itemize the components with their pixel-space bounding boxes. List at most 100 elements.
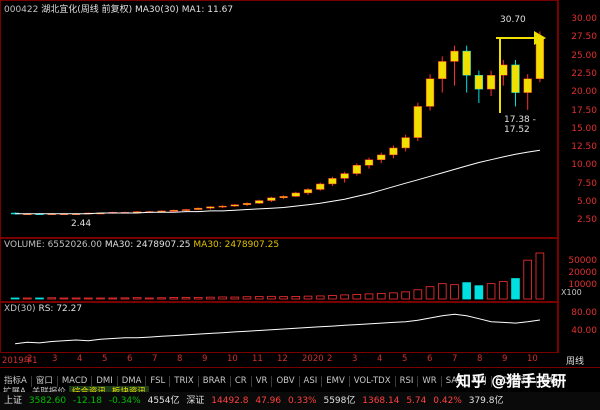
candle-body [328,178,337,185]
volume-bar [401,291,410,300]
candle-body [401,137,410,149]
month-label: 2 [27,354,33,364]
volume-bar [511,278,520,300]
month-axis: 2019年1 2 3 4 5 6 7 8 9 10 11 12 2020 2 3 4 5 6 7 8 9 10 [0,353,558,366]
candle-body [364,159,374,166]
volume-bar [254,296,264,300]
candle-body [242,203,252,205]
price-panel[interactable]: 000422 湖北宜化(周线 前复权) MA30(30) MA1: 11.67 … [0,0,558,238]
sz-change: 47.96 [255,396,282,406]
price-axis: 30.00 27.50 25.00 22.50 20.00 17.50 15.00 12.50… [558,0,600,238]
watermark: 知乎 @猎手投研 [456,372,567,390]
price-tick: 27.50 [571,32,597,43]
volume-bar [486,283,496,300]
month-label: 8 [177,354,183,364]
volume-bar [10,297,20,300]
volume-bar [462,282,471,300]
volume-bar [291,296,301,300]
month-label: 4 [377,354,383,364]
volume-bar [47,297,57,300]
volume-bar [364,293,374,300]
cy-value: 1368.14 [362,396,400,406]
volume-chart[interactable] [1,239,558,302]
price-tick: 10.00 [571,160,597,171]
sh-change: -12.18 [72,396,102,406]
price-tick: 30.00 [571,14,597,24]
volume-bar [132,297,142,300]
price-tick: 2.50 [576,215,597,226]
month-label: 10 [527,354,538,364]
volume-bar [267,295,276,300]
volume-panel[interactable]: VOLUME: 6552026.00 MA30: 2478907.25 MA30… [0,238,558,302]
price-tick: 22.50 [571,68,597,79]
price-tick: 20.00 [571,87,597,98]
volume-bar [523,259,532,300]
xd-tick: 80.00 [571,308,597,318]
candle-body [279,196,288,199]
month-label: 2 [327,354,333,364]
candle-body [267,197,276,201]
candle-body [425,78,435,107]
sh-value: 3582.60 [28,396,67,406]
month-label: 3 [352,354,358,364]
candle-body [462,50,471,76]
candle-body [230,204,239,207]
sh-label[interactable]: 上证 [4,396,22,406]
volume-bar [303,295,313,300]
candle-body [303,189,313,194]
candle-body [218,205,227,208]
candle-body [181,209,191,211]
month-label: 5 [102,354,108,364]
volume-bar [35,297,44,300]
candle-body [377,154,386,160]
volume-bar [279,296,288,300]
volume-bar [450,284,459,300]
volume-bar [352,294,362,300]
volume-bar [340,294,349,300]
month-label: 10 [227,354,238,364]
volume-axis: X100 50000 20000 10000 [558,238,600,302]
month-label: 6 [127,354,133,364]
volume-bar [120,297,130,300]
xd-axis: 80.00 40.00 [558,302,600,353]
candle-body [340,173,349,179]
volume-bar [23,297,32,300]
xd-line [15,313,540,345]
volume-bar [328,295,337,300]
low-label: 2.44 [71,219,92,229]
price-tick: 12.50 [571,142,597,153]
volume-bar [535,252,545,300]
volume-bar [193,296,203,300]
volume-bar [206,296,215,300]
price-tick: 7.50 [576,178,597,189]
volume-bar [218,296,227,300]
xd-panel[interactable]: XD(30) RS: 72.27 [0,302,558,353]
candlestick-chart[interactable] [1,1,558,238]
candle-body [352,165,361,174]
candle-body [450,50,459,62]
period-tab[interactable]: 周线 [566,354,584,367]
volume-bar [425,286,435,300]
volume-bar [413,289,423,300]
volume-bar [242,296,252,300]
month-label: 4 [77,354,83,364]
sz-value: 14492.8 [211,396,249,406]
candle-body [535,36,545,79]
month-label: 7 [152,354,158,364]
volume-bar [157,297,166,300]
volume-tick: 20000 [568,268,597,278]
month-label: 8 [477,354,483,364]
sz-label[interactable]: 深证 [186,396,204,406]
price-tick: 5.00 [576,197,597,207]
candle-body [389,147,398,156]
xd-chart[interactable] [1,303,558,353]
candle-body [291,192,300,197]
high-label: 30.70 [500,15,526,25]
volume-bar [169,297,179,300]
month-label: 12 [277,354,288,364]
volume-bar [437,283,447,300]
candle-body [169,209,178,212]
candle-body [194,207,203,210]
month-label: 9 [502,354,508,364]
volume-tick: 10000 [568,280,597,290]
